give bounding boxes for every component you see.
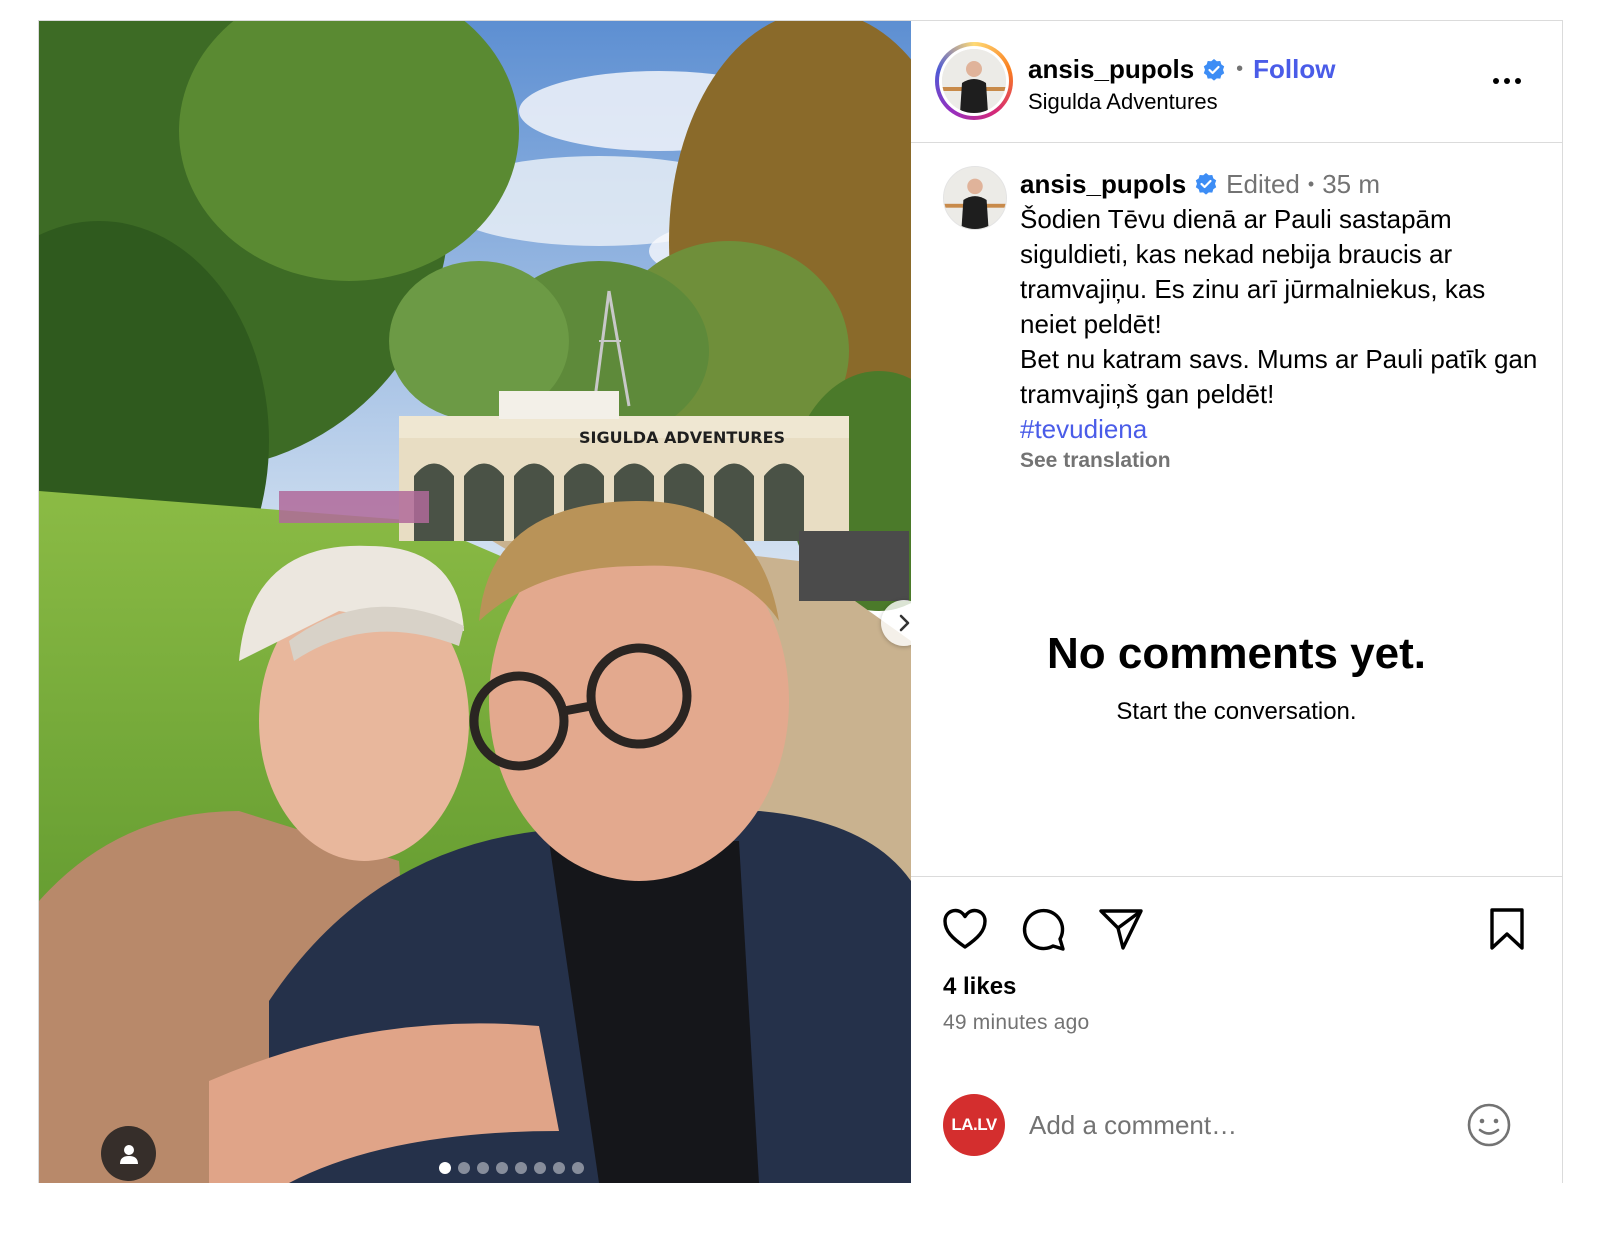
paper-plane-icon bbox=[1099, 909, 1143, 950]
caption-avatar-image bbox=[944, 167, 1006, 229]
caption-text: Šodien Tēvu dienā ar Pauli sastapām sigu… bbox=[1020, 202, 1540, 412]
emoji-smiley-icon bbox=[1467, 1103, 1511, 1147]
carousel-dot bbox=[477, 1162, 489, 1174]
empty-comments-subtitle: Start the conversation. bbox=[1116, 698, 1357, 725]
likes-count[interactable]: 4 likes bbox=[943, 973, 1016, 1001]
caption-line: Bet nu katram savs. Mums ar Pauli patīk … bbox=[1020, 344, 1538, 409]
see-translation-button[interactable]: See translation bbox=[1020, 449, 1171, 473]
caption-line: Šodien Tēvu dienā ar Pauli sastapām sigu… bbox=[1020, 204, 1486, 339]
carousel-indicator bbox=[439, 1162, 584, 1174]
post-side-panel: ansis_pupols • Follow Sigulda Adventures… bbox=[911, 21, 1562, 1183]
edited-label: Edited bbox=[1226, 168, 1300, 199]
post-location[interactable]: Sigulda Adventures bbox=[1028, 89, 1218, 115]
like-button[interactable] bbox=[941, 905, 989, 953]
more-options-icon[interactable] bbox=[1487, 69, 1527, 93]
add-comment-input[interactable] bbox=[1029, 1102, 1449, 1148]
posted-time[interactable]: 49 minutes ago bbox=[943, 1011, 1089, 1035]
post-photo: SIGULDA ADVENTURES bbox=[39, 21, 911, 1183]
carousel-dot bbox=[458, 1162, 470, 1174]
verified-badge-icon bbox=[1203, 58, 1225, 81]
carousel-dot bbox=[515, 1162, 527, 1174]
author-username[interactable]: ansis_pupols bbox=[1028, 54, 1194, 85]
carousel-dot bbox=[439, 1162, 451, 1174]
empty-comments-state: No comments yet. Start the conversation. bbox=[911, 629, 1562, 726]
bookmark-icon bbox=[1490, 908, 1524, 950]
commenter-avatar: LA.LV bbox=[943, 1094, 1005, 1156]
carousel-dot bbox=[534, 1162, 546, 1174]
emoji-button[interactable] bbox=[1465, 1101, 1513, 1149]
separator-dot: • bbox=[1236, 58, 1244, 80]
post-age[interactable]: 35 m bbox=[1322, 169, 1380, 200]
person-icon bbox=[119, 1144, 138, 1164]
caption-username[interactable]: ansis_pupols bbox=[1020, 169, 1186, 200]
carousel-dot bbox=[572, 1162, 584, 1174]
author-avatar-image bbox=[942, 49, 1006, 113]
tagged-people-button[interactable] bbox=[101, 1126, 156, 1181]
hashtag-link[interactable]: #tevudiena bbox=[1020, 412, 1540, 447]
selfie-photo: SIGULDA ADVENTURES bbox=[39, 21, 911, 1183]
heart-icon bbox=[943, 908, 987, 949]
post-actions: 4 likes 49 minutes ago LA.LV bbox=[911, 876, 1562, 1184]
chevron-right-icon bbox=[899, 614, 910, 632]
caption-author-avatar[interactable] bbox=[943, 166, 1007, 230]
post-header: ansis_pupols • Follow Sigulda Adventures bbox=[911, 21, 1562, 143]
carousel-dot bbox=[553, 1162, 565, 1174]
comment-button[interactable] bbox=[1019, 905, 1067, 953]
empty-comments-title: No comments yet. bbox=[1047, 629, 1426, 678]
building-sign-text: SIGULDA ADVENTURES bbox=[579, 428, 785, 447]
separator-dot: • bbox=[1307, 173, 1315, 194]
carousel-dot bbox=[496, 1162, 508, 1174]
verified-badge-icon bbox=[1195, 173, 1217, 195]
comment-bubble-icon bbox=[1022, 908, 1065, 951]
follow-button[interactable]: Follow bbox=[1253, 54, 1335, 85]
share-button[interactable] bbox=[1097, 905, 1145, 953]
author-avatar[interactable] bbox=[935, 42, 1013, 120]
save-button[interactable] bbox=[1483, 905, 1531, 953]
